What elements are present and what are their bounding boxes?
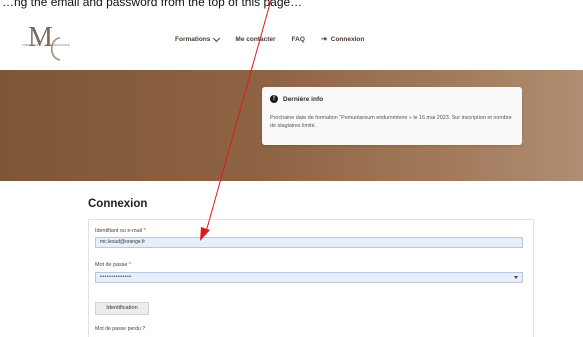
main-nav: Formations Me contacter FAQ ⇥ Connexion [175,34,365,44]
instruction-text: …ng the email and password from the top … [2,0,303,9]
nav-connexion[interactable]: ⇥ Connexion [320,35,365,44]
logo-caption: FORMATIONS · MC FORMATIONS [22,43,70,47]
identification-button[interactable]: Identification [95,302,149,315]
username-label-text: Identifiant ou e-mail [95,228,143,234]
nav-me-contacter-label: Me contacter [235,35,276,43]
required-mark: * [128,262,131,268]
nav-formations[interactable]: Formations [175,34,221,43]
site-logo[interactable]: M FORMATIONS · MC FORMATIONS [20,16,96,64]
nav-formations-label: Formations [175,35,211,43]
password-value: •••••••••••••• [100,274,132,280]
nav-faq-label: FAQ [291,35,305,43]
instruction-strip: …ng the email and password from the top … [0,0,583,12]
login-icon: ⇥ [320,36,327,43]
forgot-password-link[interactable]: Mot de passe perdu ? [95,326,145,332]
nav-faq[interactable]: FAQ [292,36,305,43]
username-value: mc.lesud@orange.fr [100,239,146,245]
page-title: Connexion [88,198,148,210]
info-box: ! Dernière info Prochaine date de format… [262,87,522,145]
nav-connexion-label: Connexion [330,35,365,43]
info-box-title: Dernière info [283,95,324,103]
username-label: Identifiant ou e-mail * [95,228,146,234]
username-field[interactable]: mc.lesud@orange.fr [95,237,523,248]
login-form: Identifiant ou e-mail * mc.lesud@orange.… [88,219,534,337]
info-box-header: ! Dernière info [270,95,323,103]
password-label: Mot de passe * [95,262,131,268]
logo-letter-c [50,37,61,61]
password-label-text: Mot de passe [95,262,128,268]
password-field[interactable]: •••••••••••••• [95,272,523,283]
required-mark: * [143,228,146,234]
show-password-toggle-icon[interactable] [514,276,518,279]
chevron-down-icon [213,34,221,42]
hero-banner: ! Dernière info Prochaine date de format… [0,70,583,181]
info-box-text: Prochaine date de formation "Pemunlareum… [270,115,512,129]
logo-letter-m: M [28,22,53,53]
nav-me-contacter[interactable]: Me contacter [235,36,275,43]
site-header: M FORMATIONS · MC FORMATIONS Formations … [0,12,583,71]
exclamation-icon: ! [270,95,278,103]
